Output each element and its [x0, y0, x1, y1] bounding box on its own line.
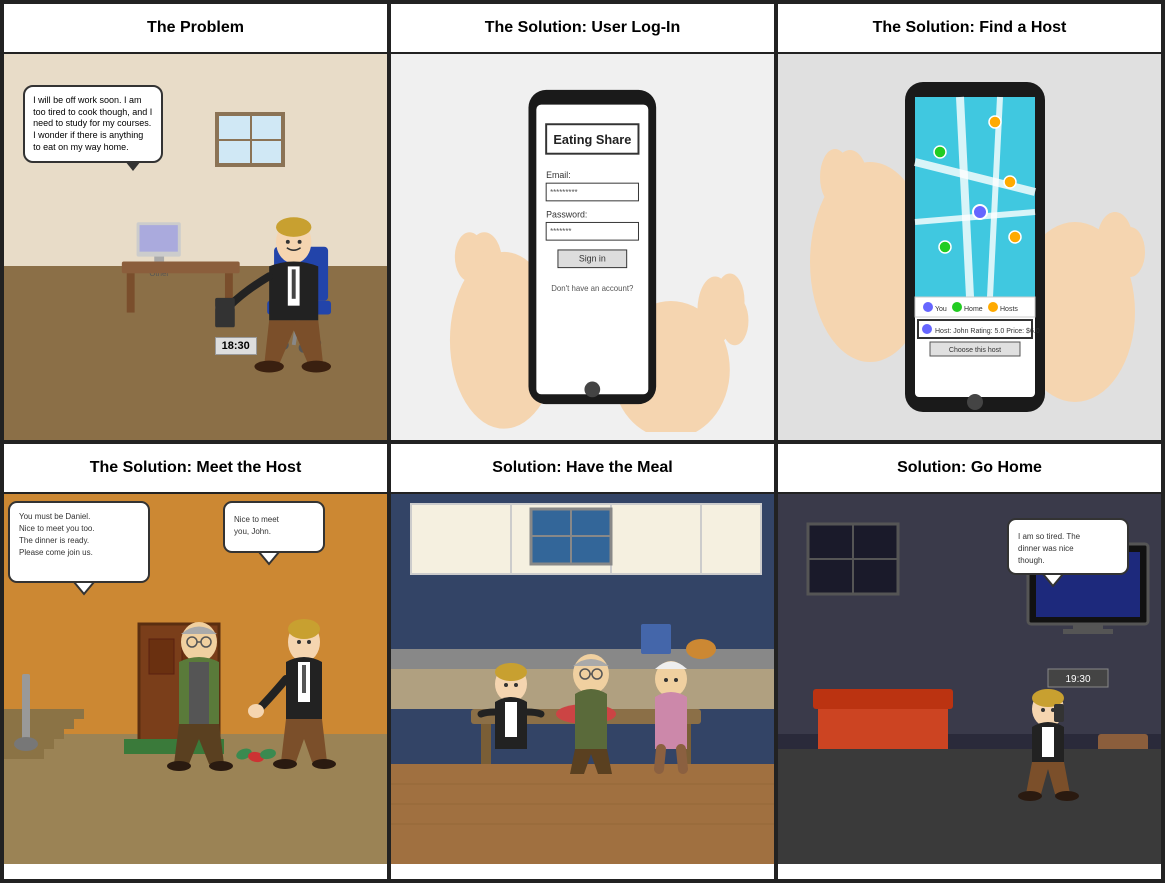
cell-problem-title: The Problem [4, 4, 387, 54]
svg-text:dinner was nice: dinner was nice [1018, 544, 1074, 553]
svg-text:The dinner is ready.: The dinner is ready. [19, 536, 89, 545]
svg-text:Eating Share: Eating Share [553, 132, 631, 147]
svg-text:Hosts: Hosts [1000, 306, 1018, 313]
svg-text:Choose this host: Choose this host [948, 347, 1000, 354]
cell-have-meal: Solution: Have the Meal [389, 442, 776, 882]
office-scene: 18:30 I will be off work soon. I am too … [4, 54, 387, 440]
cell-login: The Solution: User Log-In [389, 2, 776, 442]
svg-text:19:30: 19:30 [1065, 674, 1090, 685]
cell-problem: The Problem 18:30 I will be off work soo… [2, 2, 389, 442]
cell-login-content: Eating Share Email: ********* Password: … [391, 54, 774, 440]
svg-text:Sign in: Sign in [579, 253, 606, 263]
cell-meet-host-title: The Solution: Meet the Host [4, 444, 387, 494]
svg-text:You must be Daniel.: You must be Daniel. [19, 512, 90, 521]
svg-text:Don't have an account?: Don't have an account? [551, 284, 634, 293]
svg-text:*******: ******* [550, 227, 571, 236]
go-home-scene-svg: 19:30 I am so tired. The dinner was nice… [778, 494, 1161, 864]
speech-bubble-problem: I will be off work soon. I am too tired … [23, 85, 163, 163]
cell-meet-host-content: You must be Daniel. Nice to meet you too… [4, 494, 387, 880]
svg-text:Nice to meet you too.: Nice to meet you too. [19, 524, 95, 533]
find-host-scene-svg: You Home Hosts Host: John Rating: 5.0 Pr… [778, 62, 1161, 432]
cell-go-home-content: 19:30 I am so tired. The dinner was nice… [778, 494, 1161, 880]
cell-have-meal-content [391, 494, 774, 880]
svg-text:you, John.: you, John. [234, 527, 271, 536]
cell-find-host: The Solution: Find a Host [776, 2, 1163, 442]
svg-text:You: You [935, 306, 947, 313]
svg-text:Nice to meet: Nice to meet [234, 515, 280, 524]
speech-text: I will be off work soon. I am too tired … [33, 95, 152, 152]
svg-text:*********: ********* [550, 188, 577, 197]
cell-find-host-content: You Home Hosts Host: John Rating: 5.0 Pr… [778, 54, 1161, 440]
login-scene-svg: Eating Share Email: ********* Password: … [391, 62, 774, 432]
cell-find-host-title: The Solution: Find a Host [778, 4, 1161, 54]
svg-text:I am so tired. The: I am so tired. The [1018, 532, 1081, 541]
svg-text:Host: John Rating: 5.0 Price:: Host: John Rating: 5.0 Price: $6.0 [935, 328, 1040, 335]
cell-go-home-title: Solution: Go Home [778, 444, 1161, 494]
login-background: Eating Share Email: ********* Password: … [391, 54, 774, 440]
cell-meet-host: The Solution: Meet the Host [2, 442, 389, 882]
cell-login-title: The Solution: User Log-In [391, 4, 774, 54]
svg-text:Please come join us.: Please come join us. [19, 548, 93, 557]
svg-text:Password:: Password: [546, 209, 587, 219]
cell-have-meal-title: Solution: Have the Meal [391, 444, 774, 494]
cell-problem-content: 18:30 I will be off work soon. I am too … [4, 54, 387, 440]
map-background: You Home Hosts Host: John Rating: 5.0 Pr… [778, 54, 1161, 440]
svg-text:though.: though. [1018, 556, 1045, 565]
svg-text:Home: Home [964, 306, 983, 313]
svg-text:Email:: Email: [546, 170, 571, 180]
meet-host-scene-svg: You must be Daniel. Nice to meet you too… [4, 494, 387, 864]
meal-scene-svg [391, 494, 774, 864]
cell-go-home: Solution: Go Home 19:30 [776, 442, 1163, 882]
storyboard-grid: The Problem 18:30 I will be off work soo… [0, 0, 1165, 883]
